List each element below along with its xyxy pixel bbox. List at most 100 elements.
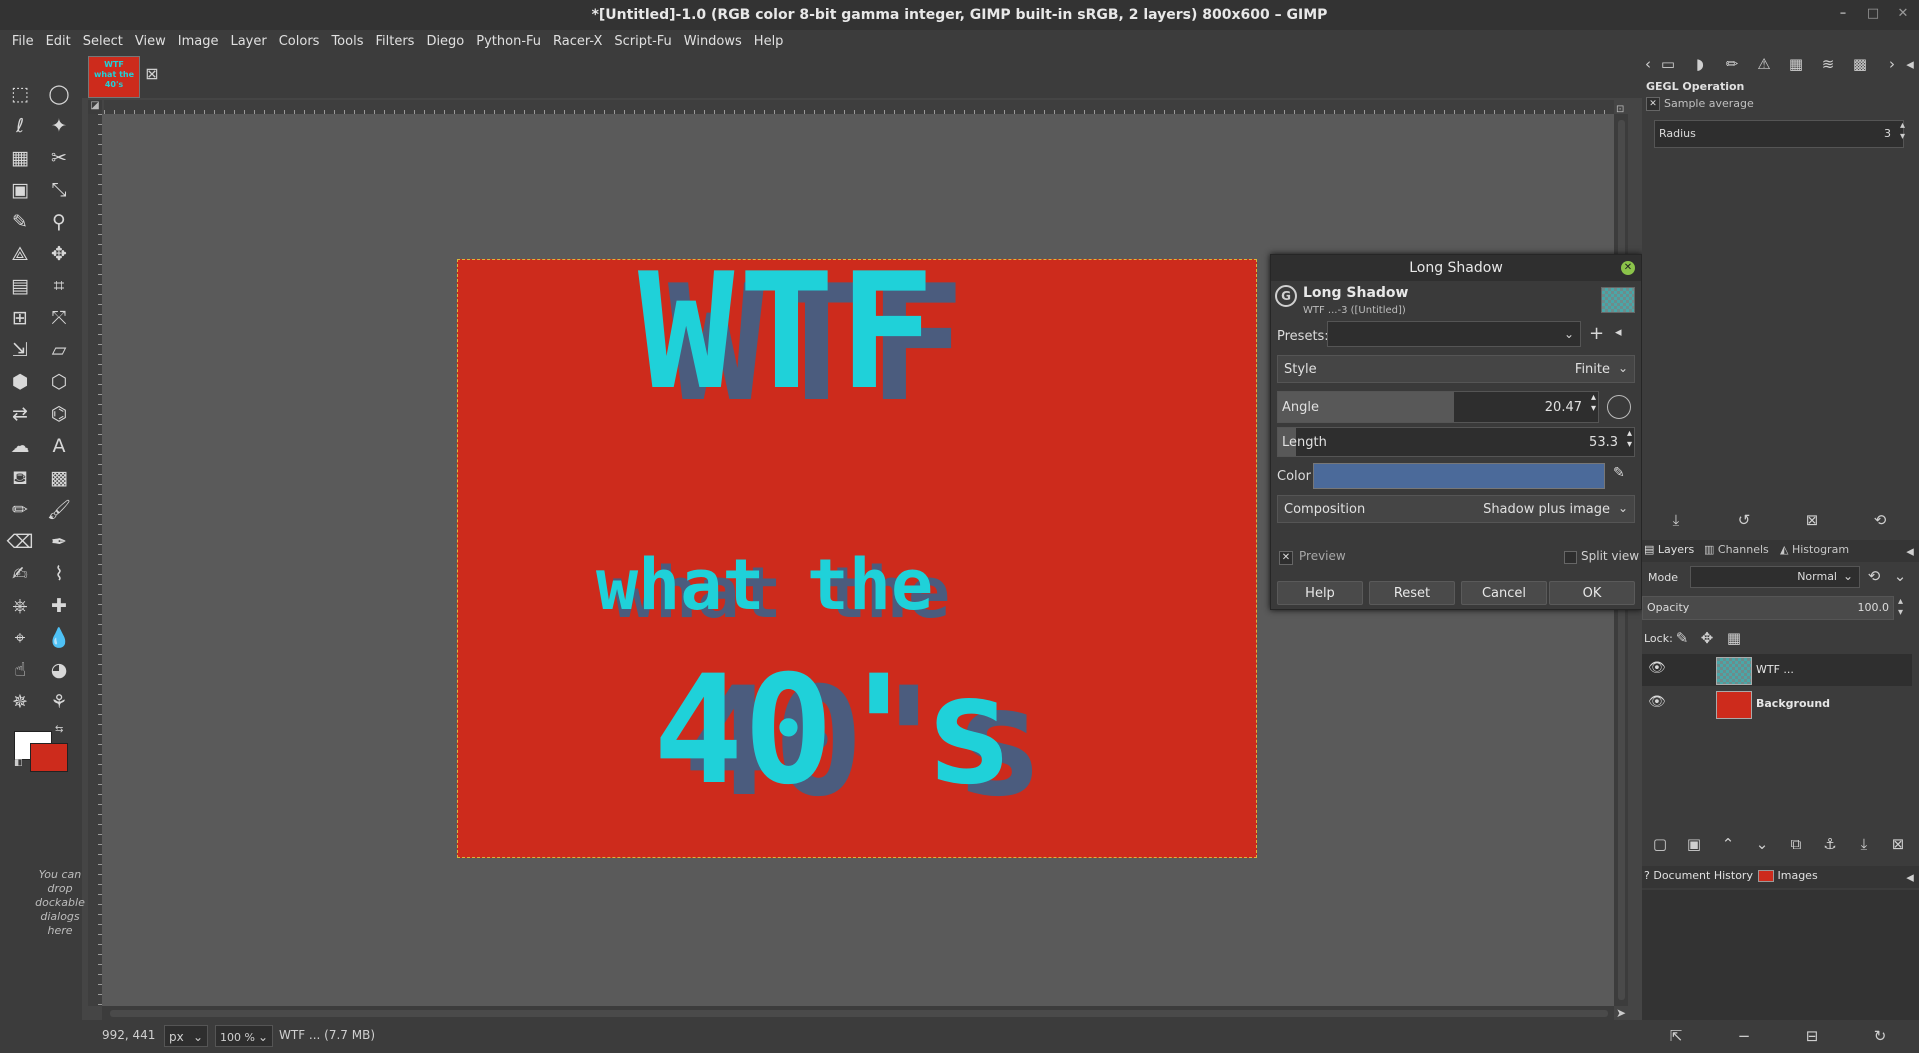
restore-options-icon[interactable]: ↺ [1734, 510, 1754, 530]
eyedropper-icon[interactable]: ✎ [1613, 465, 1625, 481]
swap-colors-icon[interactable]: ⇆ [55, 724, 65, 735]
measure-icon[interactable]: ⟁ [6, 240, 34, 268]
vertical-ruler[interactable] [88, 114, 103, 1006]
align-icon[interactable]: ▤ [6, 272, 34, 300]
chevron-left-icon[interactable]: ‹ [1638, 54, 1658, 74]
text-tool-icon[interactable]: A [45, 432, 73, 460]
angle-slider[interactable]: Angle 20.47 ▴ ▾ [1277, 391, 1599, 423]
gegl-operation-icon[interactable]: ✵ [6, 688, 34, 716]
visibility-eye-icon[interactable]: 👁 [1648, 694, 1666, 710]
raise-layer-icon[interactable]: ⌃ [1718, 834, 1738, 854]
3d-transform-icon[interactable]: ⌬ [45, 400, 73, 428]
layer-name[interactable]: WTF ... [1756, 663, 1794, 676]
zoom-icon[interactable]: ⚲ [45, 208, 73, 236]
radius-stepper-icon[interactable]: ▴ ▾ [1900, 120, 1905, 142]
device-status-icon[interactable]: ◗ [1690, 54, 1710, 74]
delete-layer-icon[interactable]: ⊠ [1888, 834, 1908, 854]
bottom-panel-menu-icon[interactable]: ◂ [1900, 867, 1919, 887]
color-picker-icon[interactable]: ✎ [6, 208, 34, 236]
menu-tools[interactable]: Tools [325, 30, 369, 54]
scissors-icon[interactable]: ✂ [45, 144, 73, 172]
background-color-swatch[interactable] [30, 743, 68, 772]
merge-layer-icon[interactable]: ⤓ [1854, 834, 1874, 854]
radius-spin[interactable]: Radius 3 [1654, 120, 1904, 148]
perspective-icon[interactable]: ⬡ [45, 368, 73, 396]
length-slider[interactable]: Length 53.3 ▴ ▾ [1277, 427, 1635, 457]
menu-select[interactable]: Select [77, 30, 129, 54]
preview-checkbox[interactable]: ✕ [1279, 551, 1293, 565]
opacity-slider[interactable]: Opacity 100.0 [1642, 596, 1894, 620]
bucket-fill-icon[interactable]: ⛾ [6, 464, 34, 492]
unit-select[interactable]: px ⌄ [164, 1025, 208, 1047]
cancel-button[interactable]: Cancel [1461, 581, 1547, 605]
image-tab-thumbnail[interactable]: WTF what the 40's [88, 56, 140, 98]
maximize-icon[interactable]: □ [1866, 7, 1880, 21]
shear-icon[interactable]: ▱ [45, 336, 73, 364]
new-layer-icon[interactable]: ▢ [1650, 834, 1670, 854]
cage-transform-icon[interactable]: ⬢ [6, 368, 34, 396]
tab-histogram[interactable]: ◭ Histogram [1780, 543, 1849, 556]
save-options-icon[interactable]: ⤓ [1666, 510, 1686, 530]
crop-icon[interactable]: ⌗ [45, 272, 73, 300]
minimize-icon[interactable]: – [1836, 7, 1850, 21]
length-stepper-icon[interactable]: ▴ ▾ [1627, 428, 1632, 450]
tab-layers[interactable]: ▤ Layers [1644, 543, 1694, 556]
dock-menu-icon[interactable]: ◂ [1900, 54, 1919, 74]
ink-icon[interactable]: ✍ [6, 560, 34, 588]
paths-icon[interactable]: ⤡ [45, 176, 73, 204]
new-display-icon[interactable]: ⊟ [1802, 1026, 1822, 1046]
mypaint-brush-icon[interactable]: ⌇ [45, 560, 73, 588]
lower-layer-icon[interactable]: ⌄ [1752, 834, 1772, 854]
heal-icon[interactable]: ✚ [45, 592, 73, 620]
presets-combo[interactable]: ⌄ [1327, 321, 1581, 347]
tab-document-history[interactable]: ? Document History [1644, 869, 1753, 882]
move-icon[interactable]: ✥ [45, 240, 73, 268]
duplicate-layer-icon[interactable]: ⧉ [1786, 834, 1806, 854]
angle-dial-icon[interactable] [1607, 395, 1631, 419]
foreground-select-icon[interactable]: ▣ [6, 176, 34, 204]
angle-stepper-icon[interactable]: ▴ ▾ [1591, 392, 1596, 414]
reset-options-icon[interactable]: ⟲ [1870, 510, 1890, 530]
horizontal-scroll-thumb[interactable] [110, 1010, 1608, 1017]
tab-channels[interactable]: ▥ Channels [1704, 543, 1769, 556]
images-list[interactable] [1642, 890, 1919, 1020]
ellipse-select-icon[interactable]: ◯ [45, 80, 73, 108]
menu-racer-x[interactable]: Racer-X [547, 30, 608, 54]
zoom-fit-icon[interactable]: ⊡ [1616, 104, 1628, 115]
warp-transform-icon[interactable]: ⤧ [45, 304, 73, 332]
pencil-icon[interactable]: ✏ [6, 496, 34, 524]
tool-options-icon[interactable]: ▭ [1658, 54, 1678, 74]
warp-icon[interactable]: ☁ [6, 432, 34, 460]
chevron-down-icon[interactable]: ⌄ [1890, 566, 1910, 586]
new-layer-group-icon[interactable]: ▣ [1684, 834, 1704, 854]
flip-icon[interactable]: ⇄ [6, 400, 34, 428]
style-combo[interactable]: Style Finite ⌄ [1277, 355, 1635, 383]
mode-combo[interactable]: Normal ⌄ [1690, 566, 1860, 588]
unified-transform-icon[interactable]: ⊞ [6, 304, 34, 332]
patterns-icon[interactable]: ▦ [1786, 54, 1806, 74]
menu-colors[interactable]: Colors [273, 30, 326, 54]
dodge-burn-icon[interactable]: ◕ [45, 656, 73, 684]
menu-image[interactable]: Image [172, 30, 225, 54]
refresh-images-icon[interactable]: ↻ [1870, 1026, 1890, 1046]
chevron-right-icon[interactable]: › [1882, 54, 1902, 74]
ok-button[interactable]: OK [1549, 581, 1635, 605]
add-preset-icon[interactable]: + [1589, 323, 1604, 344]
visibility-eye-icon[interactable]: 👁 [1648, 660, 1666, 676]
clone-icon[interactable]: ⎈ [6, 592, 34, 620]
eraser-icon[interactable]: ⌫ [6, 528, 34, 556]
raise-image-icon[interactable]: ⇱ [1666, 1026, 1686, 1046]
zoom-select[interactable]: 100 % ⌄ [215, 1025, 273, 1047]
lock-alpha-icon[interactable]: ▦ [1724, 628, 1744, 648]
menu-python-fu[interactable]: Python-Fu [470, 30, 547, 54]
anchor-layer-icon[interactable]: ⚓ [1820, 834, 1840, 854]
lock-position-icon[interactable]: ✥ [1697, 628, 1717, 648]
lasso-icon[interactable]: ℓ [6, 112, 34, 140]
menu-layer[interactable]: Layer [224, 30, 272, 54]
menu-filters[interactable]: Filters [369, 30, 420, 54]
gegl-op-close-icon[interactable]: ✕ [1646, 97, 1660, 111]
perspective-clone-icon[interactable]: ⌖ [6, 624, 34, 652]
paintbrush-icon[interactable]: 🖌 [45, 496, 73, 524]
layer-name[interactable]: Background [1756, 697, 1830, 710]
opacity-stepper-icon[interactable]: ▴ ▾ [1898, 596, 1903, 618]
